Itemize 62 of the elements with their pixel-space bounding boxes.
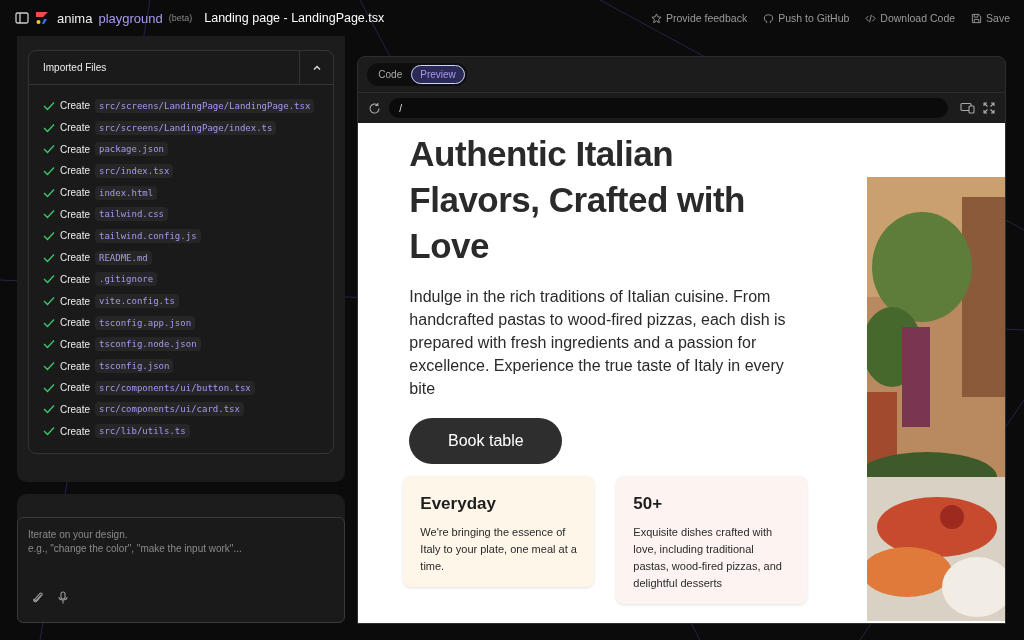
action-label: Create: [60, 122, 90, 134]
refresh-icon[interactable]: [368, 101, 382, 115]
action-label: Create: [60, 273, 90, 285]
file-path: README.md: [95, 250, 152, 265]
file-path: tsconfig.app.json: [95, 315, 196, 330]
file-path: tsconfig.node.json: [95, 337, 201, 352]
file-path: package.json: [95, 142, 169, 157]
toolbar-button[interactable]: Download Code: [865, 12, 956, 24]
fullscreen-icon[interactable]: [983, 102, 995, 114]
brand-name: anima: [57, 10, 93, 26]
sidebar-toggle-icon[interactable]: [15, 11, 29, 25]
file-path: src/lib/utils.ts: [95, 424, 190, 439]
file-path: vite.config.ts: [95, 294, 179, 309]
project-title: Landing page - LandingPage.tsx: [204, 11, 385, 25]
file-path: src/components/ui/button.tsx: [95, 380, 255, 395]
action-label: Create: [60, 360, 90, 372]
star-icon: [651, 12, 662, 24]
logo-icon: [35, 11, 49, 25]
code-icon: [865, 12, 877, 24]
file-path: index.html: [95, 185, 158, 200]
file-path: tailwind.config.js: [95, 228, 201, 243]
action-label: Create: [60, 100, 90, 112]
action-label: Create: [60, 295, 90, 307]
prompt-field[interactable]: Iterate on your design. e.g., "change the color", "make the input work"...: [18, 518, 345, 591]
action-label: Create: [60, 208, 90, 220]
action-label: Create: [60, 143, 90, 155]
file-path: tsconfig.json: [95, 359, 174, 374]
action-label: Create: [60, 187, 90, 199]
hero-headline: Authentic Italian Flavors, Crafted with Love: [409, 133, 746, 267]
action-label: Create: [60, 165, 90, 177]
file-path: src/index.tsx: [95, 163, 174, 178]
view-tab[interactable]: Code: [369, 65, 412, 84]
url-field[interactable]: /: [389, 98, 948, 118]
prompt-box[interactable]: Iterate on your design. e.g., "change the color", "make the input work"...: [17, 517, 346, 623]
action-label: Create: [60, 252, 90, 264]
toolbar-button[interactable]: Save: [971, 12, 1010, 24]
beta-label: (beta): [168, 13, 193, 23]
file-path: tailwind.css: [95, 207, 169, 222]
card-text: We're bringing the essence of Italy to your plate, one meal at a time.: [420, 525, 578, 574]
save-icon: [971, 12, 983, 24]
panel-title: Imported Files: [42, 61, 108, 75]
action-label: Create: [60, 382, 90, 394]
microphone-icon[interactable]: [58, 591, 68, 604]
file-path: src/screens/LandingPage/LandingPage.tsx: [95, 98, 315, 113]
card-title: Everyday: [420, 494, 497, 514]
action-label: Create: [60, 403, 90, 415]
file-path: src/screens/LandingPage/index.ts: [95, 120, 277, 135]
card-text: Exquisite dishes crafted with love, including traditional pastas, wood-fired pizzas, and delightful desserts: [633, 525, 783, 591]
file-path: src/components/ui/card.tsx: [95, 402, 244, 417]
view-tab[interactable]: Preview: [411, 65, 465, 84]
book-table-button[interactable]: Book table: [409, 418, 563, 464]
action-label: Create: [60, 230, 90, 242]
product-name: playground: [98, 10, 163, 26]
devices-icon[interactable]: [960, 102, 975, 114]
hero-text: Indulge in the rich traditions of Italian cuisine. From handcrafted pastas to wood-fired pizzas, each dish is prepared with fresh ingredients and a passion for excellence. Experience the true taste of Italy in every bite: [409, 287, 787, 399]
toolbar-button[interactable]: Push to GitHub: [763, 12, 850, 24]
toolbar-button[interactable]: Provide feedback: [651, 12, 748, 24]
action-label: Create: [60, 338, 90, 350]
card-title: 50+: [633, 494, 664, 514]
action-label: Create: [60, 425, 90, 437]
action-label: Create: [60, 317, 90, 329]
file-path: .gitignore: [95, 272, 158, 287]
